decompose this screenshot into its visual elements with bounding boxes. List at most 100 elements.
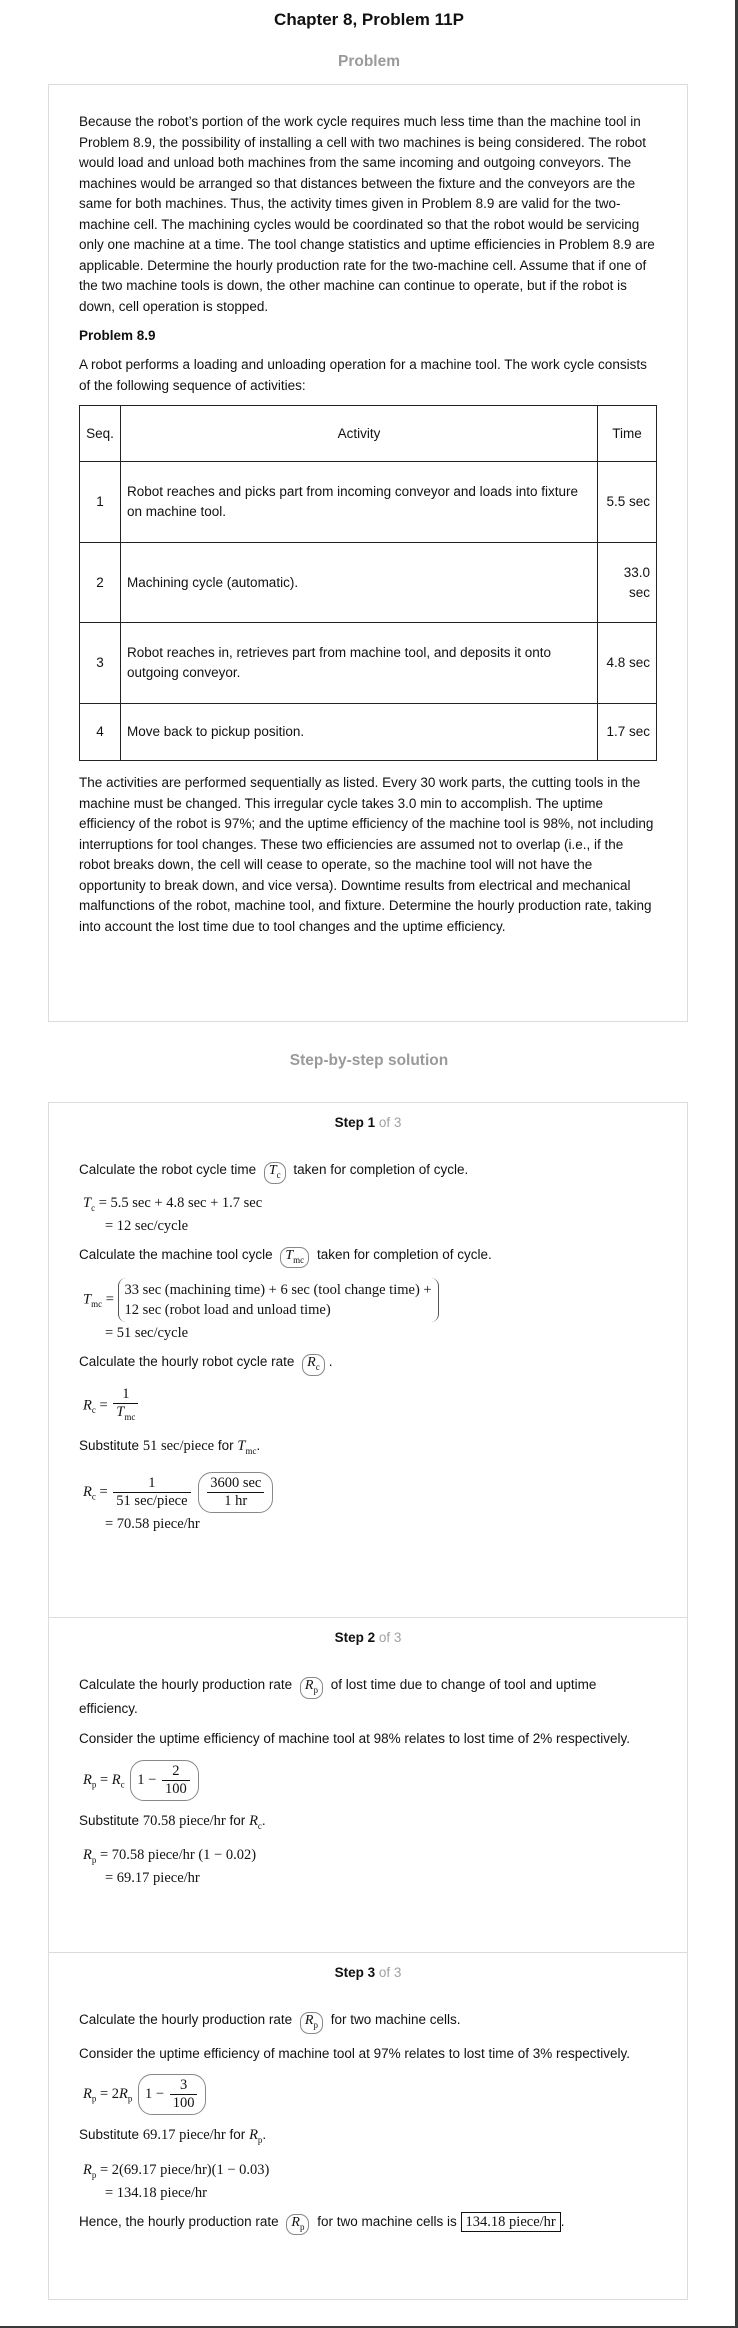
text: Hence, the hourly production rate — [79, 2213, 279, 2229]
step-label: Step 1 — [334, 1115, 376, 1130]
reference-problem-outro: The activities are performed sequentiall… — [79, 775, 654, 934]
reference-problem-heading: Problem 8.9 — [79, 328, 156, 343]
step-1-text-4: Substitute 51 sec/piece for Tmc. — [79, 1438, 261, 1457]
text: for two machine cells. — [330, 2012, 461, 2027]
header-activity: Activity — [120, 405, 598, 462]
symbol-tc: Tc — [263, 1162, 286, 1184]
step-1-text-2: Calculate the machine tool cycle Tmc tak… — [79, 1245, 657, 1269]
text: Calculate the hourly production rate — [79, 2012, 293, 2027]
fraction: 2 100 — [161, 1763, 190, 1798]
symbol-rp: Rp — [299, 2012, 323, 2034]
table-row: 1 Robot reaches and picks part from inco… — [79, 461, 657, 543]
equation-line: = 70.58 piece/hr (1 − 0.02) — [99, 1847, 257, 1864]
symbol-tmc: Tmc — [280, 1246, 310, 1269]
problem-box: Because the robot’s portion of the work … — [48, 84, 688, 1022]
equation-rp-value: Rp = 70.58 piece/hr (1 − 0.02) = 69.17 p… — [83, 1846, 657, 1887]
text: Substitute — [79, 1438, 140, 1454]
value: 51 sec/piece — [142, 1438, 215, 1455]
step-2-text-1: Calculate the hourly production rate Rp … — [79, 1675, 657, 1719]
reference-problem-intro: A robot performs a loading and unloading… — [79, 357, 647, 393]
table-header-row: Seq. Activity Time — [79, 405, 657, 462]
equation-line: = 69.17 piece/hr — [105, 1870, 200, 1887]
row-time: 33.0 sec — [597, 542, 657, 623]
fraction-numerator: 2 — [161, 1763, 190, 1781]
row-time: 4.8 sec — [597, 622, 657, 704]
step-count: of 3 — [378, 1630, 402, 1645]
fraction: 1 51 sec/piece — [113, 1475, 191, 1510]
equation-line: = 134.18 piece/hr — [105, 2184, 207, 2201]
step-1-text-1: Calculate the robot cycle time Tc taken … — [79, 1160, 657, 1184]
row-time: 5.5 sec — [597, 461, 657, 543]
fraction: 3600 sec 1 hr — [207, 1475, 265, 1510]
text: Calculate the robot cycle time — [79, 1162, 257, 1177]
row-activity: Move back to pickup position. — [120, 703, 598, 761]
equation-line: = 51 sec/cycle — [105, 1325, 189, 1342]
fraction-denominator: 1 hr — [224, 1492, 248, 1509]
value: 69.17 piece/hr — [142, 2127, 226, 2144]
row-activity: Machining cycle (automatic). — [120, 542, 598, 623]
row-seq: 4 — [79, 703, 121, 761]
text: Calculate the machine tool cycle — [79, 1246, 273, 1262]
step-count: of 3 — [378, 1115, 402, 1130]
text: Substitute — [79, 1812, 140, 1828]
paren-group: 1 − 3 100 — [138, 2074, 207, 2116]
equation-line: = 70.58 piece/hr — [105, 1515, 200, 1532]
symbol-rp: Rp — [299, 1677, 323, 1699]
step-1-box: Step 1 of 3 Calculate the robot cycle ti… — [48, 1102, 688, 1618]
row-seq: 2 — [79, 542, 121, 623]
activity-table: Seq. Activity Time 1 Robot reaches and p… — [79, 405, 657, 761]
equation-rp2-value: Rp = 2(69.17 piece/hr)(1 − 0.03) = 134.1… — [83, 2161, 657, 2202]
equation-rp-formula: Rp = Rc 1 − 2 100 — [83, 1759, 657, 1801]
table-row: 4 Move back to pickup position. 1.7 sec — [79, 703, 657, 761]
step-2-box: Step 2 of 3 Calculate the hourly product… — [48, 1617, 688, 1953]
symbol-rp: Rp — [286, 2213, 310, 2236]
row-time: 1.7 sec — [597, 703, 657, 761]
equation-line: = 2(69.17 piece/hr)(1 − 0.03) — [99, 2161, 270, 2178]
equation-tmc: Tmc = 33 sec (machining time) + 6 sec (t… — [83, 1278, 657, 1342]
equation-rp2-formula: Rp = 2Rp 1 − 3 100 — [83, 2074, 657, 2116]
step-3-text-2: Consider the uptime efficiency of machin… — [79, 2045, 631, 2061]
symbol-rc: Rc — [302, 1354, 325, 1377]
fraction-denominator: 100 — [164, 1780, 187, 1797]
fraction: 1 Tmc — [113, 1386, 139, 1426]
equation-line: = 5.5 sec + 4.8 sec + 1.7 sec — [98, 1194, 263, 1211]
fraction-denominator: 51 sec/piece — [116, 1492, 188, 1509]
equation-rc-value: Rc = 1 51 sec/piece 3600 sec 1 hr = 70.5… — [83, 1471, 657, 1533]
table-row: 2 Machining cycle (automatic). 33.0 sec — [79, 542, 657, 623]
table-row: 3 Robot reaches in, retrieves part from … — [79, 622, 657, 704]
page-title: Chapter 8, Problem 11P — [274, 10, 464, 29]
equation-rc-formula: Rc = 1 Tmc — [83, 1386, 657, 1426]
equation-line: = 12 sec/cycle — [105, 1217, 189, 1234]
value: 70.58 piece/hr — [142, 1812, 226, 1829]
step-2-text-2: Consider the uptime efficiency of machin… — [79, 1731, 631, 1747]
row-activity: Robot reaches and picks part from incomi… — [120, 461, 598, 543]
text: for — [217, 1438, 234, 1454]
row-seq: 3 — [79, 622, 121, 704]
row-seq: 1 — [79, 461, 121, 543]
step-3-text-3: Substitute 69.17 piece/hr for Rp. — [79, 2127, 267, 2146]
row-activity: Robot reaches in, retrieves part from ma… — [120, 622, 598, 704]
step-1-heading: Step 1 of 3 — [79, 1115, 657, 1130]
text: for — [229, 2127, 246, 2143]
header-seq: Seq. — [79, 405, 121, 462]
paren-group: 3600 sec 1 hr — [198, 1471, 274, 1513]
solution-section-label: Step-by-step solution — [289, 1052, 449, 1069]
fraction-numerator: 3600 sec — [207, 1475, 265, 1493]
step-3-box: Step 3 of 3 Calculate the hourly product… — [48, 1952, 688, 2300]
equation-line: 12 sec (robot load and unload time) — [124, 1302, 331, 1319]
fraction-denominator: 100 — [172, 2095, 195, 2112]
step-1-text-3: Calculate the hourly robot cycle rate Rc… — [79, 1352, 657, 1377]
brace-group: 33 sec (machining time) + 6 sec (tool ch… — [117, 1278, 439, 1323]
problem-section-label: Problem — [337, 53, 400, 70]
text: Substitute — [79, 2127, 140, 2143]
page: Chapter 8, Problem 11P Problem Because t… — [0, 0, 738, 2328]
text: Calculate the hourly production rate — [79, 1677, 293, 1692]
paren-group: 1 − 2 100 — [130, 1759, 199, 1801]
fraction-numerator: 3 — [169, 2077, 198, 2096]
step-count: of 3 — [378, 1965, 402, 1980]
header-time: Time — [597, 405, 657, 462]
problem-intro: Because the robot’s portion of the work … — [79, 114, 655, 314]
step-3-conclusion: Hence, the hourly production rate Rp for… — [79, 2211, 657, 2236]
step-3-text-1: Calculate the hourly production rate Rp … — [79, 2010, 657, 2034]
fraction: 3 100 — [169, 2077, 198, 2112]
